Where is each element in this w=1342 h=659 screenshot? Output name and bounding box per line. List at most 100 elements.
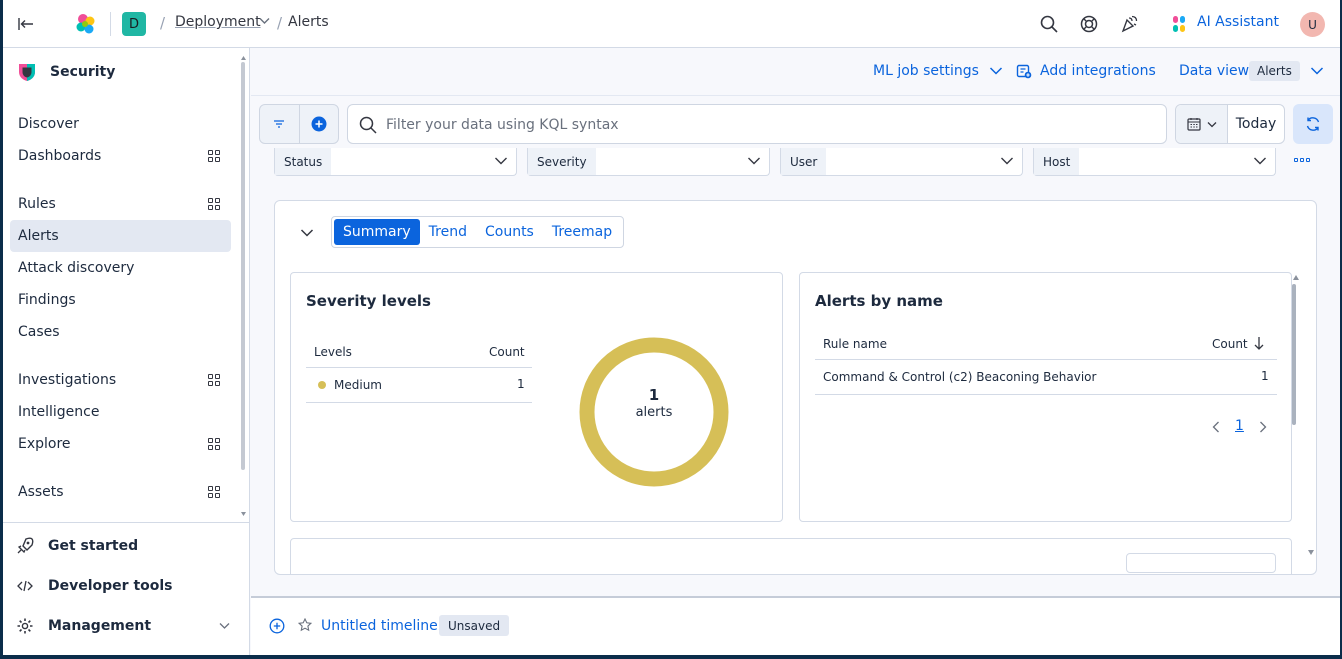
pagination-page[interactable]: 1 xyxy=(1235,418,1244,434)
sidebar-item-rules[interactable]: Rules xyxy=(10,188,231,220)
page-subheader: ML job settings Add integrations Data vi… xyxy=(251,48,1340,96)
chevron-down-icon[interactable] xyxy=(219,622,230,630)
rocket-icon xyxy=(17,537,34,554)
solution-header[interactable]: Security xyxy=(18,62,115,82)
add-integrations-label: Add integrations xyxy=(1040,63,1156,79)
get-started-link[interactable]: Get started xyxy=(16,531,236,561)
help-icon[interactable] xyxy=(1079,14,1099,34)
management-label: Management xyxy=(48,618,152,634)
space-avatar[interactable]: D xyxy=(122,12,146,36)
window-frame-left xyxy=(0,0,3,659)
card-title: Severity levels xyxy=(306,292,431,310)
sidebar-item-alerts[interactable]: Alerts xyxy=(10,220,231,252)
get-started-label: Get started xyxy=(48,538,139,554)
search-icon[interactable] xyxy=(1039,14,1059,34)
window-frame-bottom xyxy=(0,655,1342,659)
column-header-levels: Levels xyxy=(314,345,352,359)
more-controls-icon[interactable] xyxy=(1294,158,1310,162)
rule-name[interactable]: Command & Control (c2) Beaconing Behavio… xyxy=(823,370,1096,384)
refresh-button[interactable] xyxy=(1293,104,1333,144)
column-header-count[interactable]: Count xyxy=(1212,337,1248,351)
chevron-down-icon[interactable] xyxy=(300,228,314,238)
kql-search-input[interactable] xyxy=(386,114,1146,136)
filter-menu-button[interactable] xyxy=(260,105,299,143)
sidebar-item-label: Attack discovery xyxy=(18,260,135,276)
collapse-nav-icon[interactable] xyxy=(16,14,36,34)
breadcrumb-separator: / xyxy=(160,14,166,32)
sidebar-item-assets[interactable]: Assets xyxy=(10,476,231,508)
quick-select-button[interactable] xyxy=(1176,105,1228,143)
sidebar-scrollbar[interactable] xyxy=(241,62,245,470)
control-label: Host xyxy=(1034,148,1080,175)
developer-tools-label: Developer tools xyxy=(48,578,173,594)
data-view-badge[interactable]: Alerts xyxy=(1249,61,1300,81)
chevron-down-icon[interactable] xyxy=(259,15,270,28)
severity-control[interactable]: Severity xyxy=(527,148,770,176)
management-link[interactable]: Management xyxy=(16,611,236,641)
top-header: D / Deployment / Alerts AI Assistant U xyxy=(0,0,1342,48)
ai-assistant-button[interactable]: AI Assistant xyxy=(1197,14,1279,30)
sidebar-item-investigations[interactable]: Investigations xyxy=(10,364,231,396)
developer-tools-link[interactable]: Developer tools xyxy=(16,571,236,601)
news-feed-icon[interactable] xyxy=(1119,14,1139,34)
severity-levels-card: Severity levels Levels Count Medium 1 1 … xyxy=(290,272,783,522)
kql-search-box xyxy=(347,104,1167,144)
chevron-down-icon xyxy=(1254,157,1266,165)
sidebar-item-cases[interactable]: Cases xyxy=(10,316,231,348)
sidebar-item-findings[interactable]: Findings xyxy=(10,284,231,316)
add-filter-button[interactable] xyxy=(298,105,338,143)
apps-grid-icon xyxy=(208,438,220,450)
sidebar-item-intelligence[interactable]: Intelligence xyxy=(10,396,231,428)
sidebar-item-label: Cases xyxy=(18,324,60,340)
chevron-down-icon xyxy=(1207,121,1216,127)
scroll-down-icon[interactable] xyxy=(1308,550,1314,555)
status-control[interactable]: Status xyxy=(274,148,517,176)
chevron-down-icon[interactable] xyxy=(1310,66,1324,76)
sidebar-item-label: Rules xyxy=(18,196,56,212)
tab-treemap[interactable]: Treemap xyxy=(543,219,621,245)
pagination-prev-icon[interactable] xyxy=(1212,421,1220,433)
calendar-icon xyxy=(1186,118,1201,131)
control-label: Status xyxy=(275,148,332,175)
sidebar-item-attack-discovery[interactable]: Attack discovery xyxy=(10,252,231,284)
column-header-rule-name: Rule name xyxy=(823,337,887,351)
table-divider xyxy=(306,402,532,403)
pagination-next-icon[interactable] xyxy=(1259,421,1267,433)
sidebar-item-discover[interactable]: Discover xyxy=(10,108,231,140)
peek-control[interactable] xyxy=(1126,553,1276,573)
star-icon[interactable] xyxy=(298,618,312,632)
add-timeline-icon[interactable] xyxy=(269,618,285,634)
scroll-up-icon[interactable] xyxy=(241,56,246,60)
host-control[interactable]: Host xyxy=(1033,148,1276,176)
tab-counts[interactable]: Counts xyxy=(476,219,543,245)
scroll-up-icon[interactable] xyxy=(1293,275,1299,280)
sidebar-item-dashboards[interactable]: Dashboards xyxy=(10,140,231,172)
donut-total: 1 xyxy=(648,386,660,404)
query-bar: Today xyxy=(251,96,1340,154)
user-avatar[interactable]: U xyxy=(1300,12,1325,37)
add-integrations-button[interactable]: Add integrations xyxy=(1016,63,1156,79)
date-picker: Today xyxy=(1175,104,1285,144)
breadcrumb-deployment[interactable]: Deployment xyxy=(175,14,261,30)
chevron-down-icon xyxy=(748,157,760,165)
date-range-display[interactable]: Today xyxy=(1228,105,1284,143)
chevron-down-icon xyxy=(1001,157,1013,165)
sidebar-item-explore[interactable]: Explore xyxy=(10,428,231,460)
timeline-title[interactable]: Untitled timeline xyxy=(321,618,438,634)
column-header-count: Count xyxy=(489,345,525,359)
summary-tabs: Summary Trend Counts Treemap xyxy=(331,216,625,248)
ai-assistant-icon[interactable] xyxy=(1172,15,1186,33)
scroll-down-icon[interactable] xyxy=(241,512,246,516)
sidebar-footer: Get started Developer tools Management xyxy=(0,522,249,634)
tab-trend[interactable]: Trend xyxy=(420,219,476,245)
panel-scrollbar[interactable] xyxy=(1292,284,1296,425)
tab-summary[interactable]: Summary xyxy=(334,219,420,245)
elastic-logo-icon[interactable] xyxy=(74,12,98,36)
sidebar-item-label: Assets xyxy=(18,484,64,500)
ml-job-settings-button[interactable]: ML job settings xyxy=(873,63,1003,79)
user-control[interactable]: User xyxy=(780,148,1023,176)
sort-descending-icon[interactable] xyxy=(1254,336,1264,350)
data-view-label[interactable]: Data view xyxy=(1179,63,1249,79)
add-integration-icon xyxy=(1016,64,1032,79)
apps-grid-icon xyxy=(208,374,220,386)
